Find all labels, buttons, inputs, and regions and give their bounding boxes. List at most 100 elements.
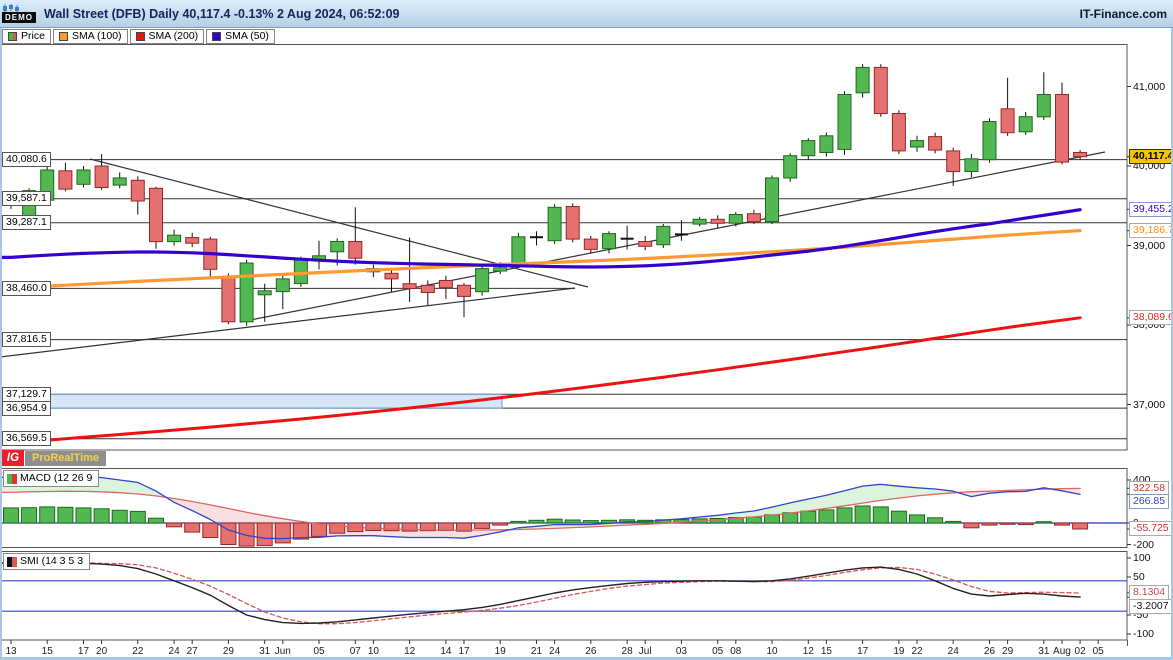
candle [41, 170, 54, 200]
macd-label: MACD (12 26 9 [20, 472, 92, 485]
macd-bar [4, 508, 19, 523]
macd-icon [7, 474, 17, 484]
candle [276, 279, 289, 292]
candle [747, 214, 760, 222]
macd-bar [275, 523, 290, 543]
candle [566, 207, 579, 240]
candle [458, 285, 471, 296]
candle [639, 242, 652, 247]
smi-icon [7, 557, 17, 567]
macd-panel-border [1, 469, 1128, 548]
candle [349, 242, 362, 259]
macd-bar [239, 523, 254, 546]
candle [258, 291, 271, 295]
candle [222, 277, 235, 322]
candle [331, 242, 344, 252]
macd-bar [366, 523, 381, 531]
macd-bar [583, 521, 598, 523]
legend-item-label: Price [21, 30, 45, 43]
candle [168, 235, 181, 241]
macd-bar [293, 523, 308, 539]
macd-bar [855, 506, 870, 523]
candle [603, 234, 616, 249]
window-edge-left [0, 28, 2, 660]
macd-bar [1055, 523, 1070, 525]
candle [150, 188, 163, 241]
smi-signal-line [0, 563, 1080, 624]
macd-bar [149, 518, 164, 523]
legend-item-sma-50[interactable]: SMA (50) [206, 29, 275, 44]
macd-bar [257, 523, 272, 546]
macd-bar [58, 507, 73, 523]
macd-bar [475, 523, 490, 528]
macd-bar [547, 519, 562, 523]
macd-bar [94, 509, 109, 523]
legend-item-sma-200[interactable]: SMA (200) [130, 29, 205, 44]
candle [403, 284, 416, 289]
ig-logo[interactable]: IG [2, 450, 24, 466]
candle [385, 273, 398, 279]
macd-bar [928, 518, 943, 523]
candle [1019, 117, 1032, 132]
macd-bar [982, 523, 997, 525]
macd-bar [130, 511, 145, 523]
candle [186, 238, 199, 244]
trendline [0, 288, 575, 357]
candle [421, 285, 434, 292]
candle [657, 226, 670, 244]
candle [820, 136, 833, 153]
candle [947, 151, 960, 172]
macd-bar [873, 507, 888, 523]
candle [113, 178, 126, 185]
candle [95, 166, 108, 188]
legend-item-label: SMA (50) [225, 30, 269, 43]
macd-bar [511, 521, 526, 523]
candle [1056, 95, 1069, 163]
candle [965, 159, 978, 172]
legend-swatch-icon [136, 32, 145, 41]
macd-label-box[interactable]: MACD (12 26 9 [3, 470, 99, 487]
candle [838, 95, 851, 150]
macd-bar [837, 508, 852, 523]
candle [584, 239, 597, 249]
prorealtime-wordmark[interactable]: ProRealTime [25, 451, 106, 466]
macd-bar [964, 523, 979, 528]
macd-bar [22, 508, 37, 523]
candle [1074, 153, 1087, 157]
candle [856, 67, 869, 92]
macd-bar [891, 511, 906, 523]
chart-canvas[interactable] [0, 0, 1173, 660]
candle [59, 171, 72, 189]
candle [711, 219, 724, 223]
macd-bar [946, 521, 961, 523]
macd-bar [1073, 523, 1088, 529]
legend-swatch-icon [59, 32, 68, 41]
macd-bar [76, 508, 91, 523]
candle [874, 67, 887, 113]
prorealtime-logo[interactable]: IG ProRealTime [2, 450, 106, 466]
candle [240, 263, 253, 322]
smi-main-line [0, 563, 1080, 624]
macd-bar [185, 523, 200, 532]
candle [1037, 95, 1050, 117]
candle [911, 141, 924, 147]
smi-label: SMI (14 3 5 3 [20, 555, 83, 568]
macd-bar [112, 510, 127, 523]
candle [1001, 109, 1014, 133]
macd-bar [529, 520, 544, 523]
macd-bar [40, 507, 55, 523]
candle [548, 207, 561, 240]
macd-bar [910, 515, 925, 523]
legend-item-sma-100[interactable]: SMA (100) [53, 29, 128, 44]
candle [131, 180, 144, 201]
macd-bar [819, 510, 834, 523]
candle [23, 191, 36, 216]
candle [729, 215, 742, 224]
candle [802, 141, 815, 156]
legend-item-price[interactable]: Price [2, 29, 51, 44]
legend-swatch-icon [8, 32, 17, 41]
macd-bar [1036, 522, 1051, 523]
legend-swatch-icon [212, 32, 221, 41]
smi-label-box[interactable]: SMI (14 3 5 3 [3, 553, 90, 570]
macd-bar [493, 523, 508, 525]
